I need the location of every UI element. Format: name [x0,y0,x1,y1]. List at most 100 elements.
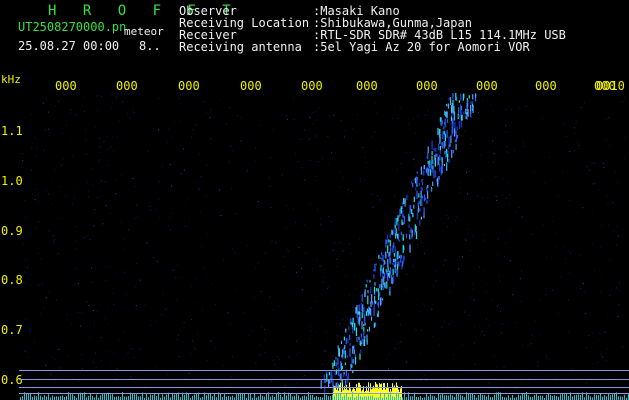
baseline-noise [478,395,479,400]
meteor-trace-pixel [392,268,394,276]
noise-pixel [22,243,24,245]
noise-pixel [137,215,138,217]
baseline-noise [388,394,389,400]
noise-pixel [425,114,426,116]
noise-pixel [564,123,566,125]
noise-pixel [120,222,122,224]
noise-pixel [97,310,98,312]
noise-pixel [548,358,550,360]
noise-pixel [140,348,142,350]
noise-pixel [395,348,396,350]
noise-pixel [243,311,245,313]
noise-pixel [330,363,332,365]
noise-pixel [509,230,511,232]
noise-pixel [147,150,149,152]
baseline-noise [336,393,337,400]
noise-pixel [333,202,335,204]
noise-pixel [112,292,114,294]
baseline-noise [242,393,243,400]
baseline-noise [302,396,303,400]
noise-pixel [275,241,277,243]
baseline-noise [340,393,341,400]
noise-pixel [159,180,161,182]
meteor-trace-pixel [380,256,382,259]
noise-pixel [25,318,27,320]
noise-pixel [311,94,313,96]
noise-pixel [530,343,532,345]
noise-pixel [473,299,475,301]
noise-pixel [265,252,267,254]
noise-pixel [443,151,445,153]
echo-bar [371,389,372,400]
meteor-trace-pixel [370,302,372,308]
meteor-trace-pixel [434,162,436,166]
meteor-trace-pixel [426,186,428,192]
noise-pixel [301,289,303,291]
meteor-trace-pixel [402,260,404,267]
noise-pixel [155,209,156,210]
noise-pixel [96,95,98,97]
meteor-trace-pixel [365,311,367,316]
noise-pixel [377,195,379,197]
meteor-trace-pixel [366,279,368,283]
baseline-noise [460,394,461,400]
noise-pixel [333,219,335,221]
noise-pixel [99,152,101,154]
baseline-noise [364,396,365,400]
noise-pixel [255,362,257,364]
baseline-noise [310,394,311,400]
noise-pixel [495,175,497,177]
noise-pixel [321,282,323,284]
noise-pixel [584,312,586,314]
noise-pixel [502,194,504,196]
noise-pixel [22,160,24,162]
meteor-trace-pixel [370,316,373,321]
noise-pixel [113,150,115,152]
baseline-noise [264,396,265,400]
noise-pixel [467,193,468,195]
noise-pixel [397,343,399,345]
meteor-trace-pixel [397,251,399,256]
noise-pixel [115,193,117,195]
meteor-trace-pixel [360,349,362,353]
noise-pixel [134,286,136,288]
noise-pixel [524,146,526,148]
baseline-noise [266,393,267,400]
meteor-trace-pixel [343,336,345,341]
noise-pixel [546,256,548,258]
noise-pixel [305,252,307,254]
noise-pixel [57,253,59,254]
noise-pixel [43,149,45,151]
noise-pixel [50,178,52,180]
meteor-trace-pixel [393,229,395,235]
meteor-trace-pixel [408,224,410,228]
noise-pixel [339,322,340,324]
meteor-trace-pixel [387,258,389,268]
noise-pixel [277,356,279,358]
noise-pixel [47,111,49,113]
noise-pixel [134,217,136,219]
meteor-trace-pixel [398,255,401,259]
noise-pixel [103,237,105,239]
noise-pixel [618,282,620,284]
meteor-trace-pixel [369,308,371,316]
noise-pixel [284,384,286,386]
noise-pixel [89,336,91,338]
noise-pixel [374,102,376,104]
noise-pixel [496,389,498,391]
noise-pixel [419,352,421,354]
noise-pixel [37,194,39,196]
noise-pixel [458,182,460,184]
noise-pixel [70,109,72,111]
noise-pixel [207,233,209,235]
meteor-trace-pixel [431,151,433,155]
noise-pixel [108,266,110,268]
baseline-noise [188,394,189,400]
meteor-trace-pixel [337,358,339,365]
noise-pixel [426,176,428,178]
noise-pixel [177,334,179,336]
noise-pixel [520,217,522,219]
noise-pixel [624,136,626,138]
baseline-noise [236,393,237,400]
noise-pixel [102,223,104,225]
